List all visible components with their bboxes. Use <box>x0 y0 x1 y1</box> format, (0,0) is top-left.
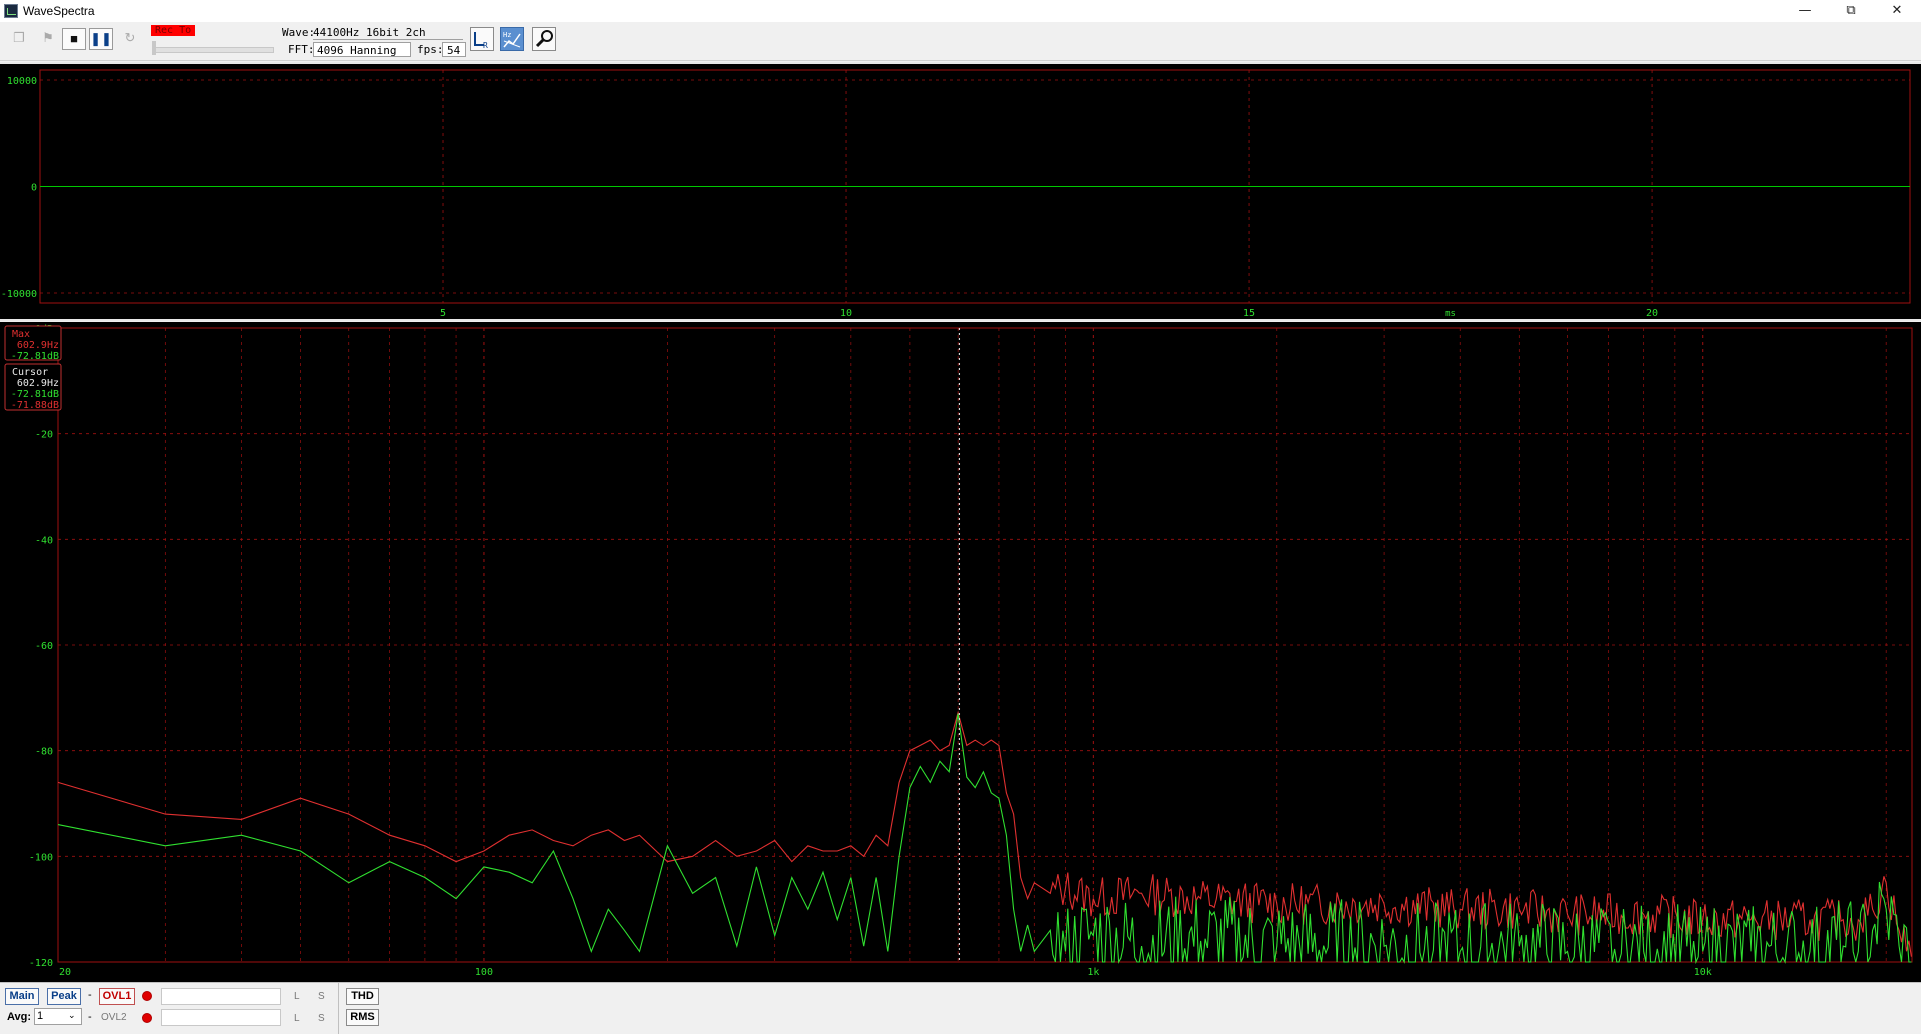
ovl1-button[interactable]: OVL1 <box>99 988 135 1005</box>
ovl2-s[interactable]: S <box>318 1013 325 1024</box>
settings-wrench-icon <box>535 30 553 48</box>
waveform-plot[interactable]: 10000 0 -10000 5 10 15 20 ms <box>0 64 1921 319</box>
settings-button[interactable] <box>532 27 556 51</box>
wave-label: Wave: <box>282 26 316 39</box>
scope-y-tick: 10000 <box>7 76 37 87</box>
divider <box>338 983 339 1034</box>
minimize-icon: — <box>1798 3 1812 18</box>
play-icon: ⚑ <box>42 30 54 45</box>
scope-x-tick: 15 <box>1243 308 1255 319</box>
stop-button[interactable]: ■ <box>62 28 86 50</box>
spectrum-x-tick: 1k <box>1087 967 1099 978</box>
scope-y-tick: -10000 <box>1 289 37 300</box>
spectrum-panel[interactable]: 0dB-20-40-60-80-100-120201001k10kMax602.… <box>0 322 1921 982</box>
hz-scale-icon: Hz <box>503 31 521 48</box>
spectrum-x-tick: 100 <box>475 967 493 978</box>
ovl2-l[interactable]: L <box>294 1013 300 1024</box>
spectrum-y-tick: -120 <box>29 958 53 969</box>
ovl1-record-icon[interactable] <box>142 991 152 1001</box>
spectrum-x-tick: 10k <box>1694 967 1712 978</box>
wave-value: 44100Hz 16bit 2ch <box>313 26 426 39</box>
fps-label: fps: <box>417 43 444 56</box>
cursor-freq: 602.9Hz <box>17 378 59 389</box>
loop-icon: ↻ <box>124 30 136 45</box>
peak-button[interactable]: Peak <box>47 988 81 1005</box>
dash-1: - <box>88 989 92 1001</box>
open-file-button[interactable]: ❐ <box>7 28 31 50</box>
wave-field: 44100Hz 16bit 2ch <box>313 25 463 40</box>
window-title: WaveSpectra <box>23 4 95 18</box>
rms-button[interactable]: RMS <box>346 1009 379 1026</box>
ovl2-record-icon[interactable] <box>142 1013 152 1023</box>
scope-x-tick: 20 <box>1646 308 1658 319</box>
spectrum-x-tick: 20 <box>59 967 71 978</box>
max-level: -72.81dB <box>11 351 59 362</box>
stop-icon: ■ <box>70 31 78 46</box>
spectrum-y-tick: -80 <box>35 747 53 758</box>
dash-2: - <box>88 1011 92 1023</box>
thd-button[interactable]: THD <box>346 988 379 1005</box>
fft-label: FFT: <box>288 43 315 56</box>
scope-x-tick: 5 <box>440 308 446 319</box>
avg-value: 1 <box>37 1010 44 1022</box>
bottom-bar: Main Peak - OVL1 L S Avg: 1 ⌄ - OVL2 L S… <box>0 982 1921 1034</box>
play-button[interactable]: ⚑ <box>36 28 60 50</box>
hz-scale-button[interactable]: Hz <box>500 27 524 51</box>
scope-x-unit: ms <box>1445 309 1456 319</box>
ovl1-l[interactable]: L <box>294 991 300 1002</box>
ovl1-s[interactable]: S <box>318 991 325 1002</box>
svg-text:Hz: Hz <box>503 31 511 39</box>
fps-field: 54 <box>442 42 466 57</box>
spectrum-y-tick: -20 <box>35 430 53 441</box>
max-title: Max <box>12 329 30 340</box>
scope-y-tick: 0 <box>31 183 37 194</box>
scope-x-tick: 10 <box>840 308 852 319</box>
channel-lr-icon: R <box>474 32 488 50</box>
cursor-title: Cursor <box>12 367 48 378</box>
main-button[interactable]: Main <box>5 988 39 1005</box>
rec-to-label: Rec To <box>151 25 196 36</box>
cursor-level-red: -71.88dB <box>11 400 59 411</box>
volume-slider[interactable] <box>153 47 274 53</box>
open-file-icon: ❐ <box>13 30 25 45</box>
chevron-down-icon: ⌄ <box>68 1010 76 1020</box>
svg-text:R: R <box>483 41 488 50</box>
volume-slider-thumb[interactable] <box>152 41 156 55</box>
loop-button[interactable]: ↻ <box>118 28 142 50</box>
avg-select[interactable]: 1 ⌄ <box>34 1008 82 1025</box>
spectrum-y-tick: -40 <box>35 535 53 546</box>
channel-lr-button[interactable]: R <box>470 27 494 51</box>
spectrum-y-tick: -60 <box>35 641 53 652</box>
ovl1-field[interactable] <box>161 988 281 1005</box>
avg-label: Avg: <box>7 1011 32 1023</box>
spectrum-plot[interactable]: 0dB-20-40-60-80-100-120201001k10kMax602.… <box>0 322 1921 982</box>
close-icon: ✕ <box>1891 3 1903 18</box>
waveform-panel[interactable]: 10000 0 -10000 5 10 15 20 ms <box>0 62 1921 321</box>
pause-icon: ❚❚ <box>90 31 112 46</box>
app-icon <box>4 4 18 18</box>
minimize-button[interactable]: — <box>1782 0 1828 22</box>
fft-field[interactable]: 4096 Hanning <box>313 42 411 57</box>
spectrum-series-l <box>57 710 1912 957</box>
max-info-box: Max602.9Hz-72.81dB <box>4 325 62 362</box>
spectrum-y-tick: -100 <box>29 852 53 863</box>
max-freq: 602.9Hz <box>17 340 59 351</box>
ovl2-field[interactable] <box>161 1009 281 1026</box>
restore-icon: ⧉ <box>1846 3 1856 18</box>
ovl2-label[interactable]: OVL2 <box>101 1012 127 1023</box>
fps-value: 54 <box>447 44 461 57</box>
pause-button[interactable]: ❚❚ <box>89 28 113 50</box>
title-bar: WaveSpectra — ⧉ ✕ <box>0 0 1921 22</box>
cursor-info-box: Cursor602.9Hz-72.81dB-71.88dB <box>4 363 62 411</box>
fft-value: 4096 Hanning <box>317 44 397 57</box>
cursor-level-green: -72.81dB <box>11 389 59 400</box>
restore-button[interactable]: ⧉ <box>1828 0 1874 22</box>
close-button[interactable]: ✕ <box>1874 0 1920 22</box>
toolbar: ❐ ⚑ ■ ❚❚ ↻ Rec To Wave: 44100Hz 16bit 2c… <box>0 22 1921 61</box>
